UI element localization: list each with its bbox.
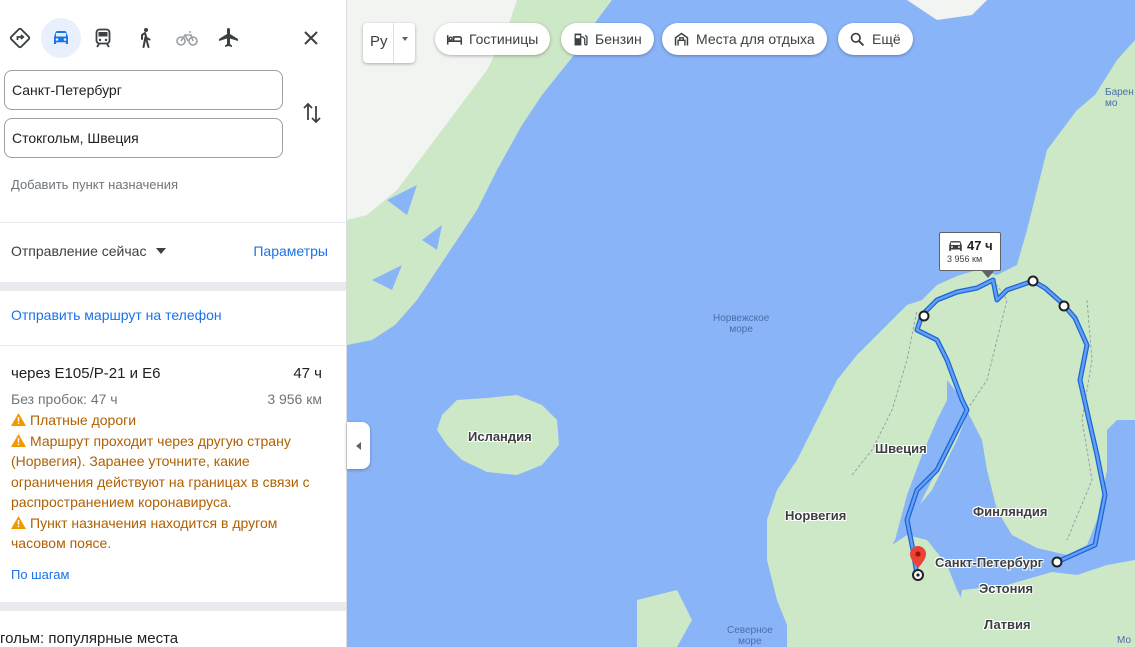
mode-flight-button[interactable]	[209, 18, 249, 58]
divider	[0, 345, 346, 346]
depart-time-dropdown[interactable]: Отправление сейчас	[11, 243, 167, 259]
origin-input[interactable]: Санкт-Петербург	[4, 70, 283, 110]
waypoint	[1058, 300, 1070, 312]
warning-text: Пункт назначения находится в другом часо…	[11, 514, 278, 552]
route-info-box[interactable]: 47 ч 3 956 км	[939, 232, 1001, 278]
iceland-landmass	[437, 395, 559, 475]
bicycle-icon	[176, 31, 198, 46]
map-base	[347, 0, 1135, 647]
car-icon	[949, 240, 962, 251]
close-directions-button[interactable]	[291, 18, 331, 58]
chip-attractions[interactable]: Места для отдыха	[662, 23, 827, 55]
chevron-left-icon	[356, 441, 361, 450]
mode-transit-button[interactable]	[83, 18, 123, 58]
route-box-duration: 47 ч	[967, 238, 993, 253]
warning-border: Маршрут проходит через другую страну (Но…	[11, 431, 331, 513]
search-icon	[850, 32, 865, 46]
gas-station-icon	[574, 33, 588, 45]
route-distance: 3 956 км	[267, 391, 322, 407]
airplane-icon	[219, 28, 238, 47]
route-warnings: Платные дороги Маршрут проходит через др…	[11, 410, 331, 554]
warning-text: Платные дороги	[30, 412, 137, 428]
travel-mode-bar	[0, 18, 346, 58]
warning-timezone: Пункт назначения находится в другом часо…	[11, 513, 331, 554]
dropdown-arrow-icon	[401, 37, 408, 41]
route-traffic-note: Без пробок: 47 ч	[11, 391, 118, 407]
popular-places-heading: гольм: популярные места	[0, 630, 179, 647]
divider	[0, 602, 346, 611]
directions-diamond-icon	[9, 27, 31, 49]
chip-label: Ещё	[872, 31, 901, 47]
warning-text: Маршрут проходит через другую страну (Но…	[11, 432, 310, 511]
walking-icon	[141, 28, 151, 48]
mode-cycling-button[interactable]	[167, 18, 207, 58]
divider	[0, 222, 346, 223]
attractions-icon	[674, 32, 689, 45]
warning-icon	[11, 413, 26, 426]
chip-gas[interactable]: Бензин	[561, 23, 654, 55]
route-duration: 47 ч	[293, 365, 322, 382]
divider	[0, 282, 346, 291]
route-box-distance: 3 956 км	[947, 254, 983, 264]
warning-tolls: Платные дороги	[11, 410, 331, 431]
send-to-phone-link[interactable]: Отправить маршрут на телефон	[11, 307, 222, 323]
chip-label: Места для отдыха	[696, 31, 815, 47]
mode-walking-button[interactable]	[125, 18, 165, 58]
route-options-link[interactable]: Параметры	[253, 243, 328, 259]
map-layer-label[interactable]: Ру	[363, 23, 394, 63]
map-canvas[interactable]: Исландия Швеция Норвегия Финляндия Эстон…	[347, 0, 1135, 647]
origin-marker	[1051, 556, 1063, 568]
chip-label: Гостиницы	[469, 31, 539, 47]
train-icon	[95, 28, 111, 48]
directions-panel: Санкт-Петербург Стокгольм, Швеция Добави…	[0, 0, 347, 647]
destination-input[interactable]: Стокгольм, Швеция	[4, 118, 283, 158]
chip-label: Бензин	[595, 31, 642, 47]
add-destination-link[interactable]: Добавить пункт назначения	[11, 177, 178, 192]
dropdown-arrow-icon	[156, 248, 167, 254]
route-title[interactable]: через E105/Р-21 и E6	[11, 365, 161, 382]
step-by-step-link[interactable]: По шагам	[11, 567, 69, 582]
warning-icon	[11, 433, 26, 447]
hotel-bed-icon	[446, 34, 463, 45]
collapse-panel-button[interactable]	[347, 422, 370, 469]
warning-icon	[11, 515, 26, 529]
car-icon	[54, 31, 68, 44]
map-layer-dropdown[interactable]	[394, 23, 415, 63]
close-icon	[304, 31, 318, 45]
waypoint	[918, 310, 930, 322]
map-layer-button[interactable]: Ру	[363, 23, 415, 63]
depart-time-label: Отправление сейчас	[11, 243, 147, 259]
scandinavia-landmass	[767, 40, 1135, 647]
swap-arrows-icon[interactable]	[298, 100, 326, 126]
chip-more[interactable]: Ещё	[838, 23, 913, 55]
mode-best-button[interactable]	[0, 18, 40, 58]
waypoint	[1027, 275, 1039, 287]
chip-hotels[interactable]: Гостиницы	[435, 23, 551, 55]
mode-driving-button[interactable]	[41, 18, 81, 58]
